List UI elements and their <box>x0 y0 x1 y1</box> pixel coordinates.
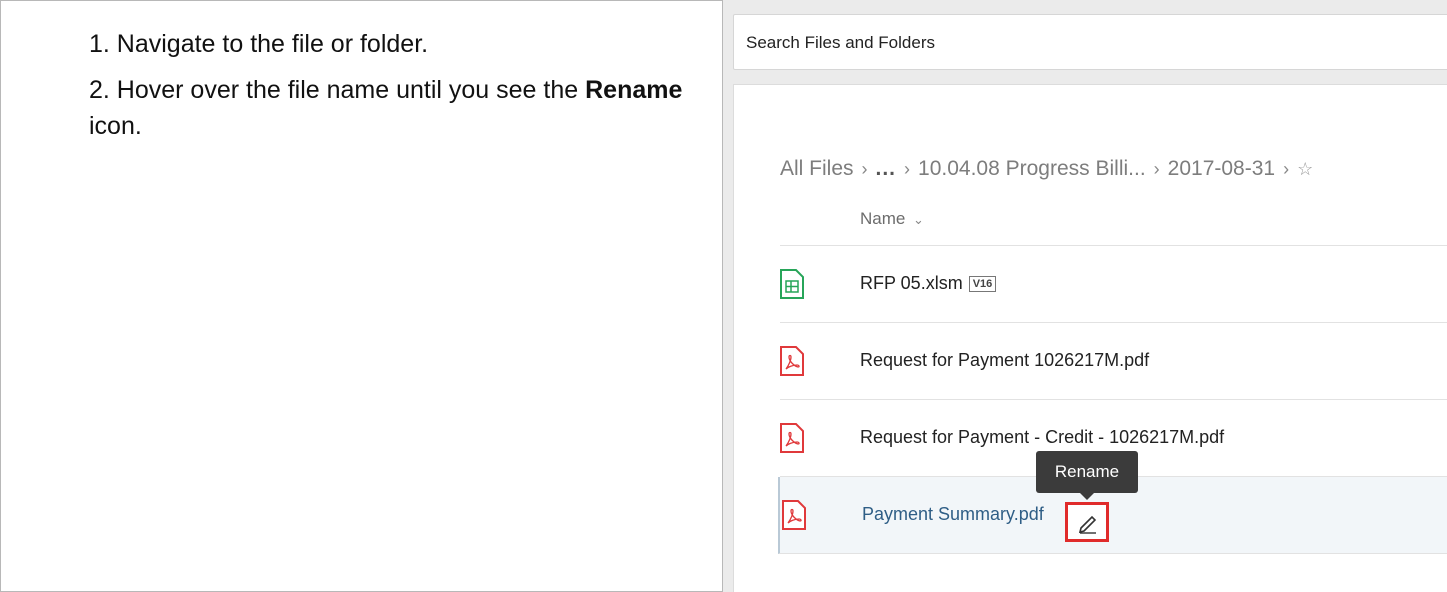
file-name-text: RFP 05.xlsm <box>860 273 963 293</box>
breadcrumb-item-folder[interactable]: 10.04.08 Progress Billi... <box>918 157 1146 180</box>
chevron-right-icon: › <box>904 159 911 179</box>
chevron-right-icon: › <box>861 159 868 179</box>
screenshot-panel: Search Files and Folders All Files ›... › 1… <box>723 0 1447 592</box>
search-input[interactable]: Search Files and Folders <box>733 14 1447 70</box>
file-name[interactable]: Request for Payment - Credit - 1026217M.… <box>860 427 1224 448</box>
version-badge[interactable]: V16 <box>968 276 997 292</box>
rename-button[interactable] <box>1065 502 1109 542</box>
pdf-icon <box>780 423 804 453</box>
breadcrumb-item-ellipsis[interactable]: ... <box>876 157 897 180</box>
pencil-icon <box>1078 515 1097 534</box>
step-2-suffix: icon. <box>89 112 142 140</box>
breadcrumb: All Files ›... › 10.04.08 Progress Billi...… <box>780 157 1313 181</box>
chevron-down-icon: ⌄ <box>913 212 924 227</box>
file-name-link[interactable]: Payment Summary.pdf <box>862 504 1044 525</box>
rename-tooltip: Rename <box>1036 451 1138 500</box>
pdf-icon <box>782 500 806 530</box>
column-header-label: Name <box>860 209 906 228</box>
chevron-right-icon: › <box>1283 159 1290 179</box>
file-row[interactable]: Request for Payment 1026217M.pdf <box>780 323 1447 400</box>
step-2: 2. Hover over the file name until you se… <box>89 72 719 144</box>
breadcrumb-item-all-files[interactable]: All Files <box>780 157 854 180</box>
step-2-prefix: 2. Hover over the file name until you se… <box>89 76 579 104</box>
chevron-right-icon: › <box>1153 159 1160 179</box>
instructions-column: 1. Navigate to the file or folder. 2. Ho… <box>89 26 719 144</box>
pdf-icon <box>780 346 804 376</box>
breadcrumb-item-date-folder[interactable]: 2017-08-31 <box>1168 157 1275 180</box>
file-name[interactable]: RFP 05.xlsm V16 <box>860 273 997 294</box>
spreadsheet-icon <box>780 269 804 299</box>
file-row[interactable]: RFP 05.xlsm V16 <box>780 246 1447 323</box>
column-header-name[interactable]: Name ⌄ <box>780 195 1447 246</box>
file-name[interactable]: Request for Payment 1026217M.pdf <box>860 350 1149 371</box>
step-1: 1. Navigate to the file or folder. <box>89 30 429 58</box>
star-icon[interactable]: ☆ <box>1297 159 1313 179</box>
step-2-bold: Rename <box>585 76 683 104</box>
